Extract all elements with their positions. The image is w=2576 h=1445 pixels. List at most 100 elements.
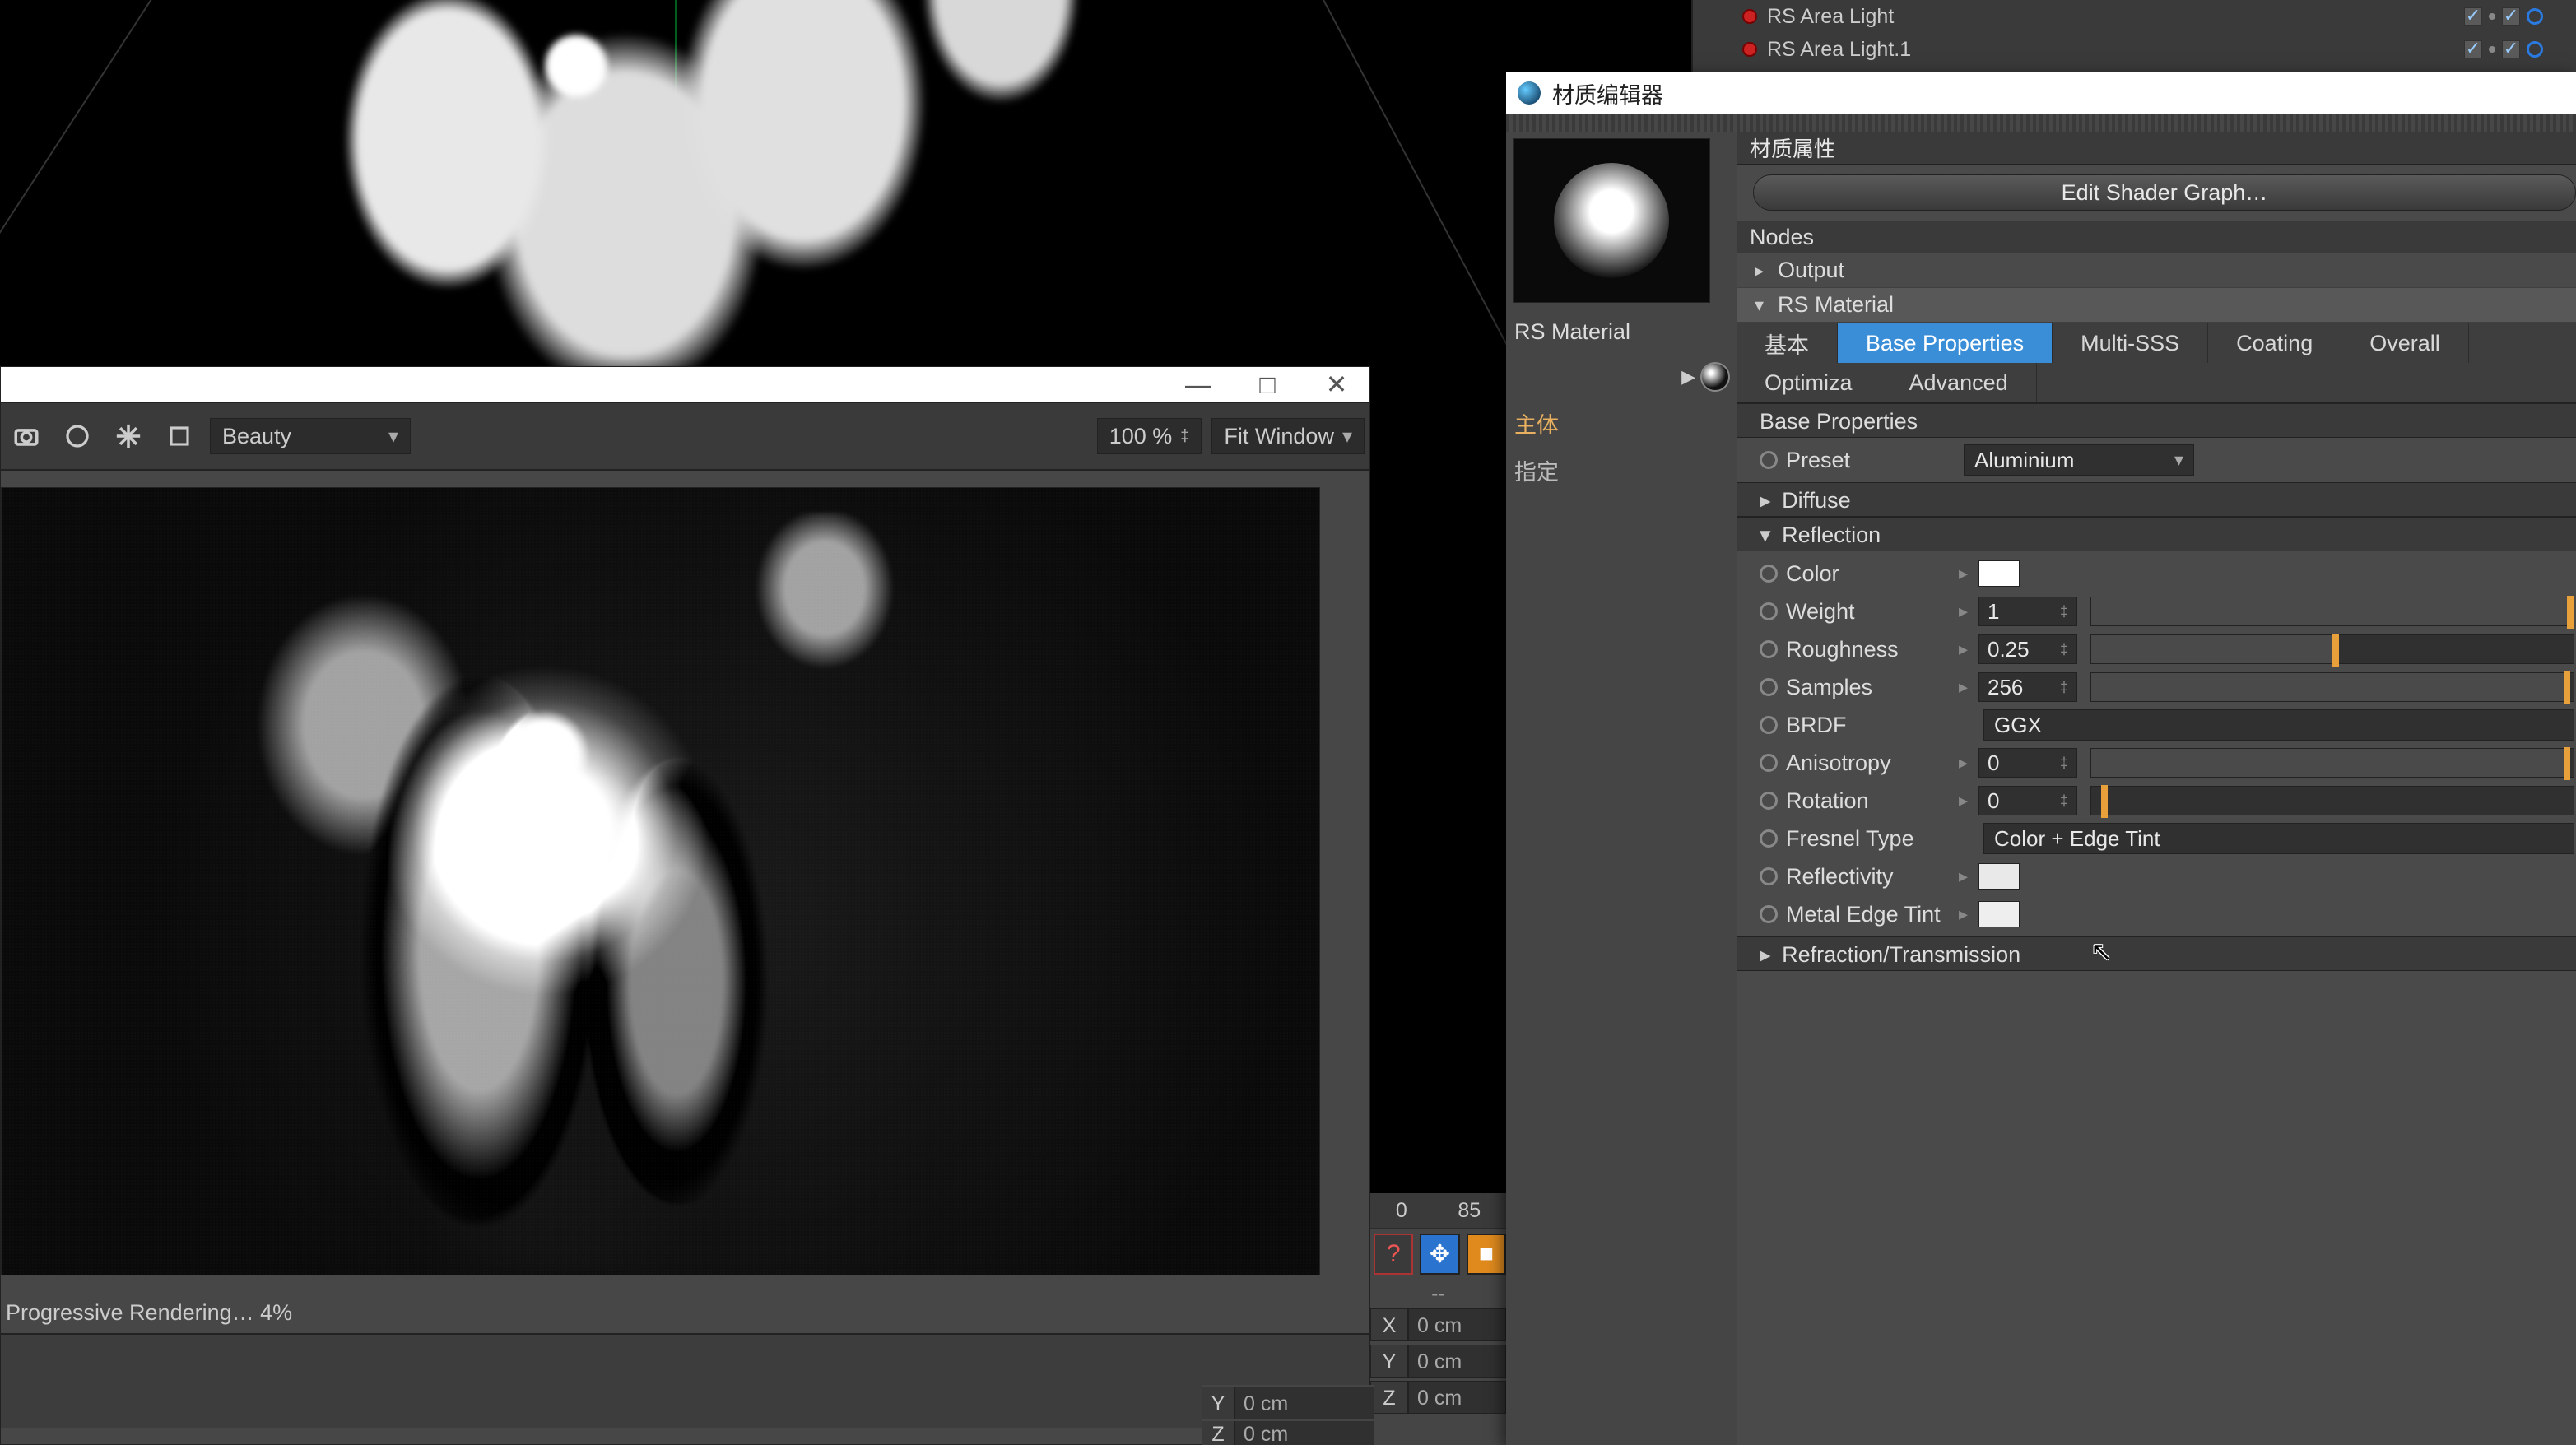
rotation-field[interactable]: 0‡ [1978,786,2077,815]
timeline-ruler[interactable]: 0 85 [1370,1193,1506,1229]
weight-field[interactable]: 1‡ [1978,597,2077,626]
window-grip[interactable] [1506,114,2576,132]
aov-dropdown[interactable]: Beauty [210,418,411,454]
window-titlebar[interactable]: — □ ✕ [1,367,1369,402]
coord-z[interactable]: Z 0 cm [1370,1379,1506,1415]
coord-val[interactable]: 0 cm [1235,1387,1374,1419]
scene-tree-item[interactable]: RS Area Light.1 [1693,33,2576,66]
coord-val[interactable]: 0 cm [1408,1345,1506,1378]
tab-optimization[interactable]: Optimiza [1737,363,1881,402]
fresnel-dropdown[interactable]: Color + Edge Tint [1983,823,2574,854]
timeline-frame: 0 [1396,1199,1407,1223]
maximize-button[interactable]: □ [1258,374,1277,394]
region-icon[interactable] [159,416,200,457]
link-icon[interactable]: ▸ [1959,601,1970,622]
anisotropy-slider[interactable] [2090,748,2574,778]
rotation-slider[interactable] [2090,786,2574,815]
group-diffuse[interactable]: ▸ Diffuse [1737,482,2576,517]
move-tool-button[interactable]: ✥ [1420,1234,1459,1275]
coord-val[interactable]: 0 cm [1408,1381,1506,1414]
coord-y[interactable]: Y 0 cm [1202,1385,1374,1421]
keyframe-toggle[interactable] [1760,829,1778,848]
color-swatch[interactable] [1978,560,2020,587]
brdf-dropdown[interactable]: GGX [1983,709,2574,741]
coord-y[interactable]: Y 0 cm [1370,1343,1506,1379]
anisotropy-field[interactable]: 0‡ [1978,748,2077,778]
link-icon[interactable]: ▸ [1959,790,1970,811]
tab-basic[interactable]: 基本 [1737,323,1838,363]
visibility-toggle[interactable] [2464,7,2482,26]
left-tab-main[interactable]: 主体 [1514,407,1728,439]
material-preview[interactable] [1513,138,1710,303]
keyframe-toggle[interactable] [1760,792,1778,810]
scene-tree-item[interactable]: RS Area Light [1693,0,2576,33]
record-button[interactable]: ■ [1467,1234,1506,1275]
dot-icon [2489,13,2495,20]
samples-slider[interactable] [2090,672,2574,702]
roughness-slider[interactable] [2090,634,2574,664]
close-button[interactable]: ✕ [1327,374,1346,394]
snowflake-icon[interactable] [108,416,149,457]
chevron-right-icon: ▸ [1760,942,1771,967]
chevron-right-icon[interactable]: ▶ [1681,366,1695,388]
scene-tree[interactable]: RS Area Light RS Area Light.1 RS Area Li… [1691,0,2576,72]
fit-dropdown[interactable]: Fit Window [1211,418,1365,454]
keyframe-toggle[interactable] [1760,716,1778,734]
prop-preset: Preset Aluminium [1743,441,2576,479]
zoom-field[interactable]: 100 % [1097,418,1202,454]
link-icon[interactable]: ▸ [1959,904,1970,925]
material-name[interactable]: RS Material [1506,309,1737,355]
visibility-toggle[interactable] [2464,40,2482,58]
coord-z[interactable]: Z 0 cm [1202,1421,1374,1445]
coord-val[interactable]: 0 cm [1235,1421,1374,1445]
node-rsmaterial[interactable]: ▾ RS Material [1737,288,2576,323]
link-icon[interactable]: ▸ [1959,752,1970,774]
tab-overall[interactable]: Overall [2341,323,2469,363]
group-refraction[interactable]: ▸ Refraction/Transmission [1737,936,2576,971]
link-icon[interactable]: ▸ [1959,866,1970,887]
chevron-down-icon: ▾ [1760,523,1771,547]
render-toggle[interactable] [2502,40,2520,58]
tab-base-properties[interactable]: Base Properties [1838,323,2053,363]
tag-icon[interactable] [2527,41,2543,58]
tab-multi-sss[interactable]: Multi-SSS [2053,323,2208,363]
roughness-field[interactable]: 0.25‡ [1978,634,2077,664]
minimize-button[interactable]: — [1188,374,1208,394]
keyframe-toggle[interactable] [1760,451,1778,469]
render-toggle[interactable] [2502,7,2520,26]
keyframe-toggle[interactable] [1760,867,1778,885]
window-titlebar[interactable]: 材质编辑器 [1506,72,2576,114]
keyframe-toggle[interactable] [1760,640,1778,658]
edit-shader-button[interactable]: Edit Shader Graph… [1753,174,2576,211]
tab-advanced[interactable]: Advanced [1881,363,2037,402]
weight-slider[interactable] [2090,597,2574,626]
coord-x[interactable]: X 0 cm [1370,1307,1506,1343]
keyframe-toggle[interactable] [1760,905,1778,923]
globe-icon[interactable] [1700,362,1730,392]
coord-val[interactable]: 0 cm [1408,1308,1506,1341]
keyframe-toggle[interactable] [1760,678,1778,696]
node-output[interactable]: ▸ Output [1737,253,2576,288]
group-reflection[interactable]: ▾ Reflection [1737,517,2576,551]
link-icon[interactable]: ▸ [1959,563,1970,584]
tag-icon[interactable] [2527,8,2543,25]
prop-label: Weight [1786,599,1951,625]
camera-icon[interactable] [6,416,47,457]
keyframe-toggle[interactable] [1760,565,1778,583]
render-output[interactable] [1,487,1320,1275]
viewport-3d[interactable] [0,0,1687,366]
color-swatch[interactable] [1978,901,2020,927]
link-icon[interactable]: ▸ [1959,639,1970,660]
tab-coating[interactable]: Coating [2208,323,2341,363]
help-button[interactable]: ? [1374,1234,1413,1275]
left-tab-assign[interactable]: 指定 [1514,454,1728,486]
circle-icon[interactable] [57,416,98,457]
keyframe-toggle[interactable] [1760,602,1778,620]
nodes-header: Nodes [1737,221,2576,253]
samples-field[interactable]: 256‡ [1978,672,2077,702]
scene-tree-label: RS Area Light [1767,5,1894,29]
link-icon[interactable]: ▸ [1959,676,1970,698]
keyframe-toggle[interactable] [1760,754,1778,772]
preset-dropdown[interactable]: Aluminium [1964,444,2194,476]
color-swatch[interactable] [1978,863,2020,890]
